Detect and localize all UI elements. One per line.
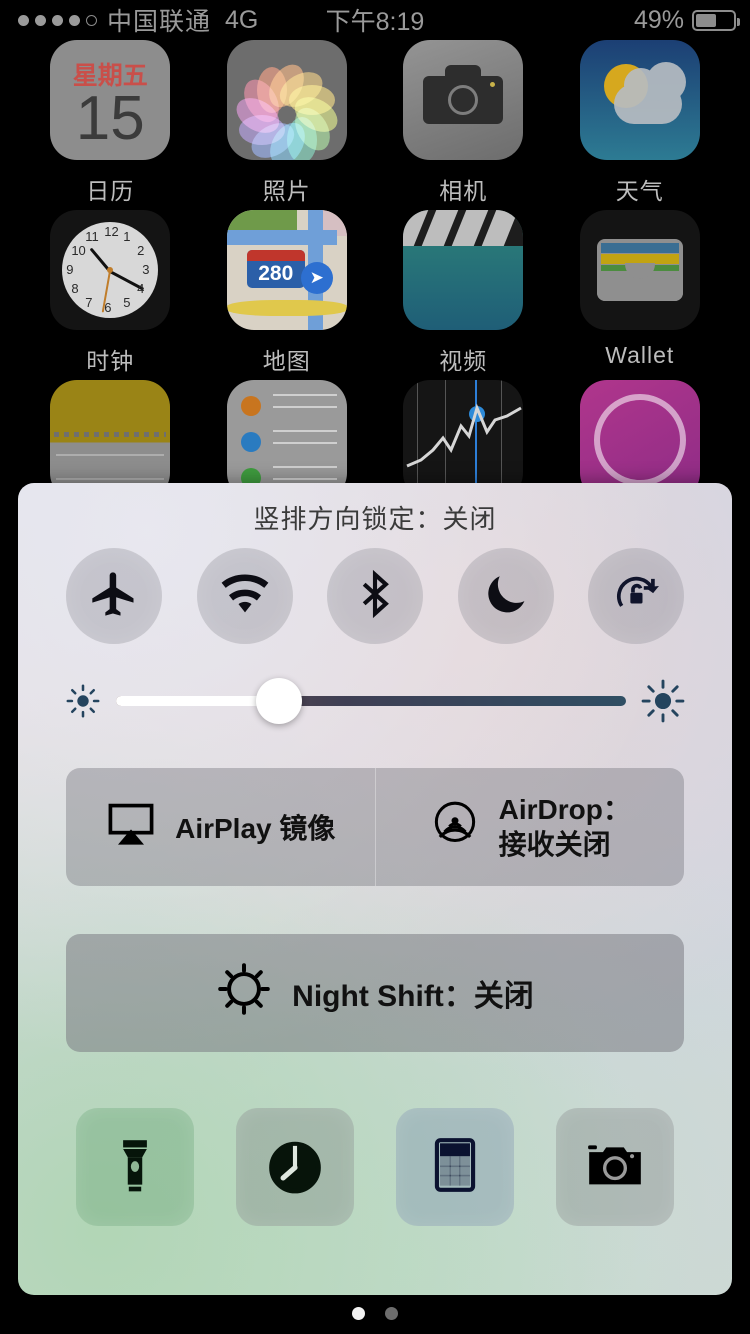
camera-icon [403, 40, 524, 160]
app-camera[interactable]: 相机 [389, 40, 537, 206]
moon-icon [480, 568, 532, 625]
app-row-2: 1 2 3 4 5 6 7 8 9 10 11 12 时钟 280 ➤ 地图 视… [0, 210, 750, 376]
bluetooth-toggle[interactable] [327, 548, 423, 644]
app-label: 日历 [86, 178, 135, 204]
maps-icon: 280 ➤ [226, 210, 347, 330]
app-row-3 [0, 380, 750, 500]
rotation-lock-toggle[interactable] [588, 548, 684, 644]
notes-icon [50, 380, 171, 500]
night-shift-icon [216, 961, 272, 1025]
airdrop-label-line1: AirDrop： [498, 794, 631, 825]
app-videos[interactable]: 视频 [389, 210, 537, 376]
airplay-mirroring-button[interactable]: AirPlay 镜像 [66, 768, 375, 886]
airdrop-label-line2: 接收关闭 [498, 829, 611, 860]
wifi-toggle[interactable] [196, 548, 293, 644]
airplay-label: AirPlay 镜像 [175, 813, 336, 844]
app-stocks[interactable] [389, 380, 537, 500]
stocks-icon [403, 380, 524, 500]
app-label: Wallet [605, 342, 675, 368]
wifi-icon [219, 568, 271, 625]
control-center-panel: 竖排方向锁定：关闭 AirPlay 镜像 AirDrop： 接收关闭 Night… [18, 483, 732, 1295]
app-label: 时钟 [86, 348, 135, 374]
app-reminders[interactable] [213, 380, 361, 500]
app-row-1: 星期五 15 日历 照片 相机 天气 [0, 40, 750, 206]
app-photos[interactable]: 照片 [213, 40, 361, 206]
calculator-button[interactable] [396, 1108, 514, 1226]
airdrop-label: AirDrop： 接收关闭 [499, 792, 631, 862]
sun-large-icon [640, 678, 686, 724]
status-bar-right: 49% [633, 5, 740, 35]
status-bar: 中国联通 4G 下午8:19 49% [0, 0, 750, 40]
brightness-track[interactable] [116, 678, 626, 724]
rotation-lock-icon [610, 568, 662, 625]
airdrop-button[interactable]: AirDrop： 接收关闭 [374, 768, 685, 886]
flashlight-button[interactable] [76, 1108, 194, 1226]
app-label: 视频 [439, 348, 488, 374]
app-notes[interactable] [36, 380, 184, 500]
app-maps[interactable]: 280 ➤ 地图 [213, 210, 361, 376]
flashlight-icon [104, 1134, 166, 1201]
timer-button[interactable] [236, 1108, 354, 1226]
brightness-fill [116, 696, 280, 706]
night-shift-label: Night Shift：关闭 [292, 980, 534, 1013]
weather-icon [579, 40, 700, 160]
brightness-thumb[interactable] [256, 678, 303, 724]
airdrop-icon [429, 798, 481, 857]
toggle-row [18, 536, 732, 644]
app-label: 相机 [439, 178, 488, 204]
do-not-disturb-toggle[interactable] [457, 548, 554, 644]
brightness-slider-row [18, 644, 732, 724]
camera-icon [584, 1134, 646, 1201]
route-number: 280 [258, 262, 294, 285]
clock-icon: 1 2 3 4 5 6 7 8 9 10 11 12 [50, 210, 171, 330]
calculator-icon [424, 1134, 486, 1201]
app-label: 地图 [262, 348, 311, 374]
sun-small-icon [64, 682, 102, 720]
page-indicator [0, 1307, 750, 1320]
timer-icon [264, 1134, 326, 1201]
page-dot-1[interactable] [352, 1307, 365, 1320]
wallet-icon [579, 210, 700, 330]
calendar-day: 15 [75, 83, 145, 153]
page-dot-2[interactable] [385, 1307, 398, 1320]
app-clock[interactable]: 1 2 3 4 5 6 7 8 9 10 11 12 时钟 [36, 210, 184, 376]
bluetooth-icon [349, 568, 401, 625]
reminders-icon [226, 380, 347, 500]
control-center-title: 竖排方向锁定：关闭 [253, 504, 497, 534]
shortcut-row [18, 1052, 732, 1226]
app-label: 天气 [615, 178, 664, 204]
itunes-icon [579, 380, 700, 500]
night-shift-button[interactable]: Night Shift：关闭 [66, 934, 684, 1052]
app-weather[interactable]: 天气 [566, 40, 714, 206]
app-itunes[interactable] [566, 380, 714, 500]
camera-button[interactable] [556, 1108, 674, 1226]
iphone-screen: 中国联通 4G 下午8:19 49% 星期五 15 日历 照片 相机 天气 1 … [0, 0, 750, 1334]
airplane-icon [88, 568, 140, 625]
battery-percent: 49% [633, 5, 684, 34]
airplane-mode-toggle[interactable] [66, 548, 162, 644]
battery-icon [692, 9, 740, 31]
app-label: 照片 [262, 178, 311, 204]
calendar-icon: 星期五 15 [50, 40, 171, 160]
videos-icon [403, 210, 524, 330]
home-screen: 星期五 15 日历 照片 相机 天气 1 2 3 4 5 6 7 8 9 10 … [0, 40, 750, 500]
app-calendar[interactable]: 星期五 15 日历 [36, 40, 184, 206]
photos-icon [226, 40, 347, 160]
airplay-icon [105, 798, 157, 857]
app-wallet[interactable]: Wallet [566, 210, 714, 376]
airplay-airdrop-row: AirPlay 镜像 AirDrop： 接收关闭 [66, 768, 684, 886]
